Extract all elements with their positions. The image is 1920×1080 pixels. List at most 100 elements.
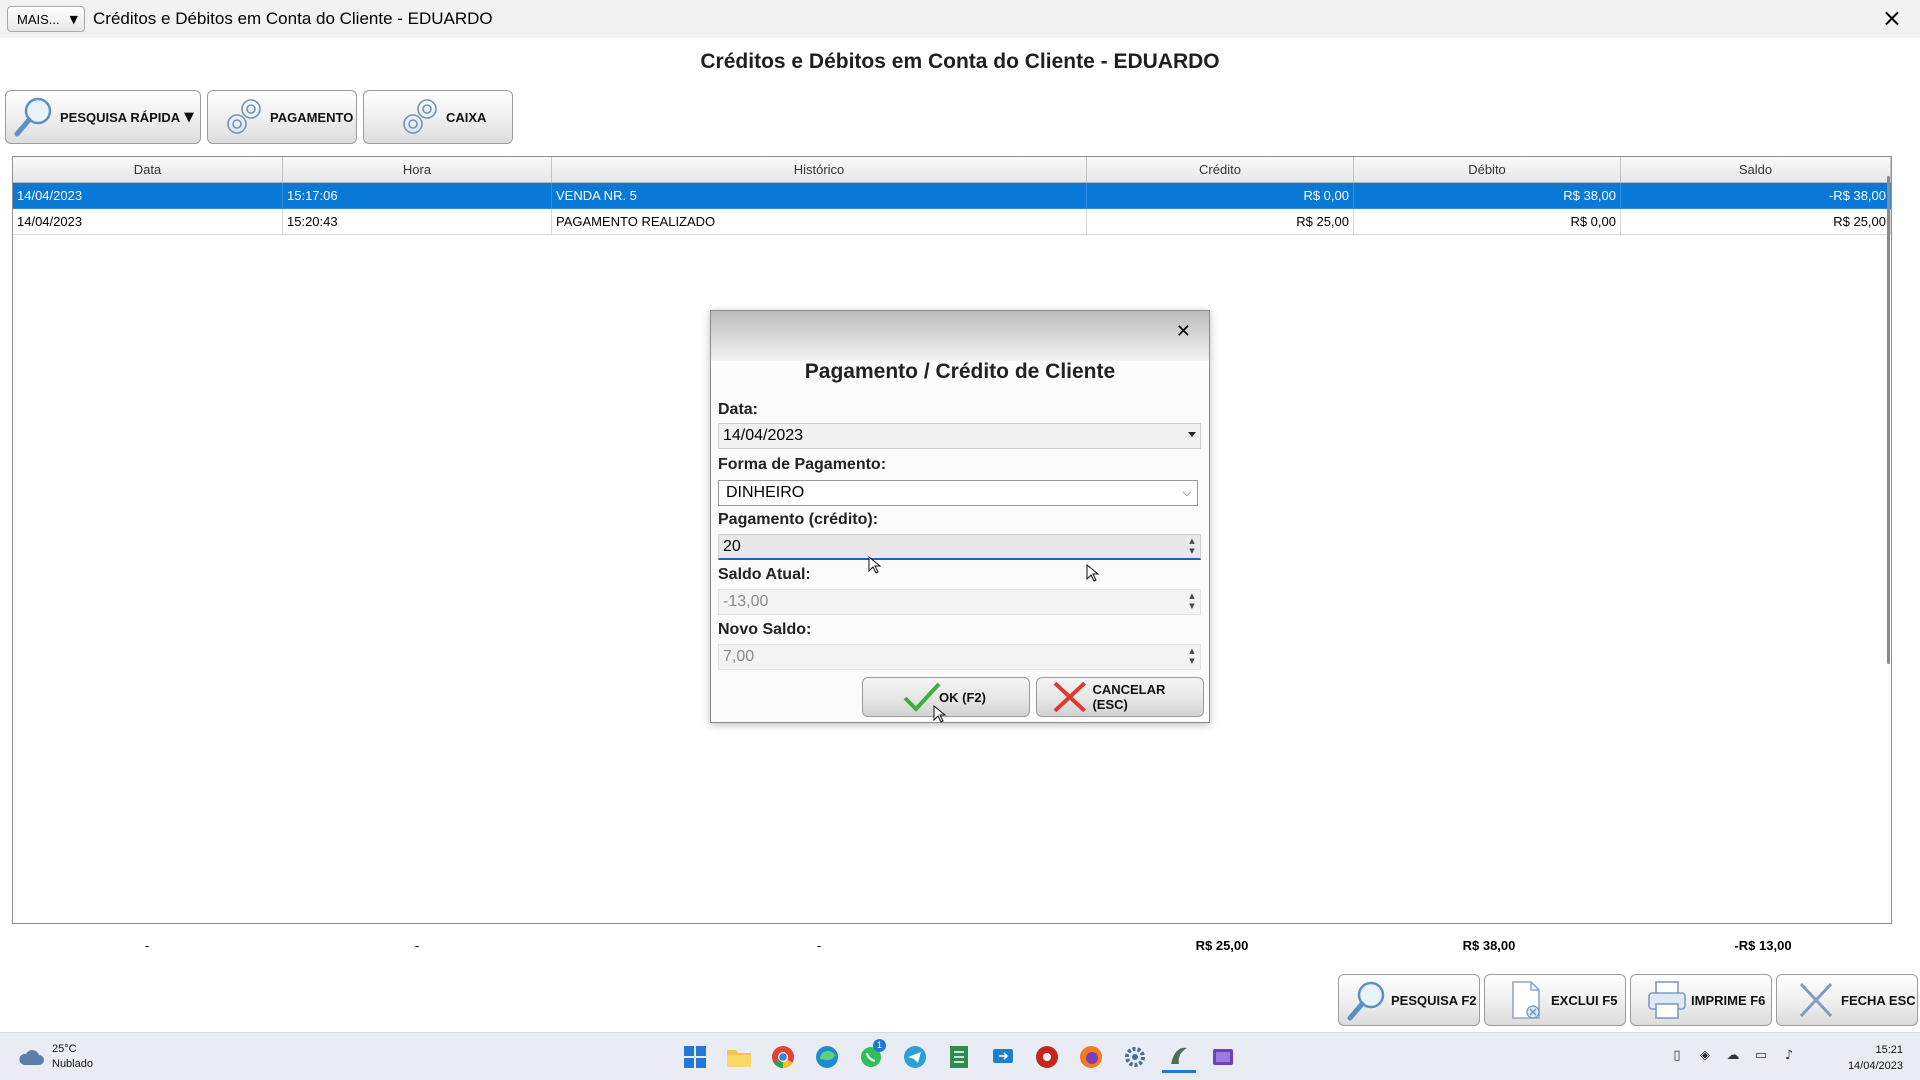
page-heading: Créditos e Débitos em Conta do Cliente -… — [700, 50, 1220, 73]
edge-icon[interactable] — [810, 1041, 844, 1073]
payment-dialog: ✕ Pagamento / Crédito de Cliente Data: 1… — [710, 310, 1210, 723]
volume-icon[interactable]: ♪ — [1778, 1048, 1800, 1064]
media-app-icon[interactable] — [1206, 1041, 1240, 1073]
defender-icon[interactable]: ◈ — [1694, 1048, 1716, 1064]
cell-hora: 15:17:06 — [283, 183, 552, 209]
novo-saldo-label: Novo Saldo: — [718, 621, 812, 638]
saldo-atual-label: Saldo Atual: — [718, 566, 811, 583]
whatsapp-icon[interactable]: 1 — [854, 1039, 888, 1073]
system-tray: ▯ ◈ ☁ ▭ ♪ — [1660, 1048, 1800, 1064]
quick-search-button[interactable]: PESQUISA RÁPIDA ▼ — [5, 90, 201, 144]
cancel-esc-button[interactable]: CANCELAR (ESC) — [1036, 677, 1204, 717]
pagamento-credito-value: 20 — [723, 537, 741, 555]
whatsapp-badge: 1 — [873, 1039, 886, 1052]
firefox-icon[interactable] — [1074, 1041, 1108, 1073]
cell-hora: 15:20:43 — [283, 209, 552, 235]
cell-debito: R$ 0,00 — [1354, 209, 1621, 235]
close-esc-button[interactable]: FECHA ESC — [1776, 974, 1918, 1026]
print-f6-button[interactable]: IMPRIME F6 — [1630, 974, 1772, 1026]
dialog-header — [711, 311, 1209, 361]
weather-condition: Nublado — [52, 1058, 93, 1070]
saldo-atual-value: -13,00 — [723, 593, 769, 610]
gears-icon — [403, 99, 437, 134]
cell-credito: R$ 25,00 — [1087, 209, 1354, 235]
quick-search-dropdown-icon[interactable]: ▼ — [184, 110, 194, 125]
forma-pagamento-select[interactable]: DINHEIRO ⌵ — [718, 480, 1198, 506]
telegram-icon[interactable] — [898, 1041, 932, 1073]
dropdown-arrow-icon: ▼ — [69, 12, 78, 26]
pagamento-credito-input[interactable]: 20 ▲ ▼ — [718, 534, 1201, 560]
printer-icon — [1648, 981, 1686, 1019]
cell-saldo: R$ 25,00 — [1621, 209, 1891, 235]
column-header-historico[interactable]: Histórico — [552, 157, 1087, 182]
payment-button[interactable]: PAGAMENTO — [207, 90, 357, 144]
cell-data: 14/04/2023 — [13, 209, 283, 235]
mouse-pointer-icon — [1086, 564, 1100, 582]
total-data: - — [144, 938, 150, 953]
pagamento-spinner-icon[interactable]: ▲ ▼ — [1187, 536, 1197, 556]
mouse-pointer-icon — [868, 556, 882, 574]
settings-gear-icon[interactable] — [1118, 1041, 1152, 1073]
total-credito: R$ 25,00 — [1195, 938, 1249, 953]
cell-historico: PAGAMENTO REALIZADO — [552, 209, 1087, 235]
table-row[interactable]: 14/04/2023 15:20:43 PAGAMENTO REALIZADO … — [13, 209, 1891, 235]
cancel-esc-label: CANCELAR (ESC) — [1092, 682, 1166, 712]
close-esc-label: FECHA ESC — [1841, 992, 1916, 1008]
window-close-icon[interactable]: × — [1882, 6, 1902, 30]
cloud-sync-icon[interactable]: ☁ — [1722, 1048, 1744, 1064]
delete-f5-button[interactable]: EXCLUI F5 — [1484, 974, 1626, 1026]
column-header-data[interactable]: Data — [13, 157, 283, 182]
title-bar: MAIS... ▼ Créditos e Débitos em Conta do… — [0, 0, 1920, 38]
date-dropdown-icon[interactable] — [1188, 432, 1196, 437]
payment-label: PAGAMENTO — [270, 109, 354, 125]
print-f6-label: IMPRIME F6 — [1691, 992, 1766, 1008]
weather-temperature: 25°C — [52, 1043, 77, 1055]
totals-row: - - - R$ 25,00 R$ 38,00 -R$ 13,00 — [12, 938, 1892, 958]
system-clock[interactable]: 15:21 14/04/2023 — [1848, 1042, 1903, 1074]
data-value: 14/04/2023 — [723, 427, 804, 444]
saldo-atual-spinner-icon: ▲ ▼ — [1189, 592, 1195, 610]
quick-search-label: PESQUISA RÁPIDA — [60, 109, 181, 125]
total-saldo: -R$ 13,00 — [1734, 938, 1792, 953]
network-icon[interactable]: ▭ — [1750, 1048, 1772, 1064]
app-red-icon[interactable] — [1030, 1041, 1064, 1073]
forma-pagamento-value: DINHEIRO — [726, 484, 805, 501]
novo-saldo-spinner-icon: ▲ ▼ — [1189, 647, 1195, 665]
pagamento-credito-label: Pagamento (crédito): — [718, 511, 879, 528]
cash-button[interactable]: CAIXA — [363, 90, 513, 144]
search-f2-label: PESQUISA F2 — [1391, 992, 1477, 1008]
weather-widget[interactable]: 25°C Nublado — [18, 1042, 93, 1072]
delete-f5-label: EXCLUI F5 — [1551, 992, 1618, 1008]
dialog-close-icon[interactable]: ✕ — [1176, 321, 1191, 342]
start-menu-icon[interactable] — [678, 1041, 712, 1073]
cell-historico: VENDA NR. 5 — [552, 183, 1087, 209]
chevron-down-icon[interactable]: ⌵ — [1183, 486, 1191, 500]
column-header-saldo[interactable]: Saldo — [1621, 157, 1891, 182]
chrome-icon[interactable] — [766, 1041, 800, 1073]
clock-date: 14/04/2023 — [1847, 1060, 1903, 1072]
usb-icon[interactable]: ▯ — [1666, 1048, 1688, 1064]
ok-f2-label: OK (F2) — [939, 689, 986, 705]
spreadsheet-icon[interactable] — [942, 1041, 976, 1073]
cell-saldo: -R$ 38,00 — [1621, 183, 1891, 209]
clock-time: 15:21 — [1875, 1044, 1903, 1056]
table-row[interactable]: 14/04/2023 15:17:06 VENDA NR. 5 R$ 0,00 … — [13, 183, 1891, 209]
file-explorer-icon[interactable] — [722, 1041, 756, 1073]
grid-vertical-scrollbar[interactable] — [1887, 176, 1890, 664]
cell-debito: R$ 38,00 — [1354, 183, 1621, 209]
magnifier-icon — [14, 97, 52, 137]
column-header-hora[interactable]: Hora — [283, 157, 552, 182]
data-label: Data: — [718, 401, 759, 418]
novo-saldo-field: 7,00 ▲ ▼ — [718, 644, 1201, 670]
data-date-picker[interactable]: 14/04/2023 — [718, 423, 1201, 449]
search-f2-button[interactable]: PESQUISA F2 — [1338, 974, 1480, 1026]
gears-icon — [227, 99, 261, 134]
column-header-debito[interactable]: Débito — [1354, 157, 1621, 182]
grid-header: Data Hora Histórico Crédito Débito Saldo — [13, 157, 1891, 183]
cell-credito: R$ 0,00 — [1087, 183, 1354, 209]
column-header-credito[interactable]: Crédito — [1087, 157, 1354, 182]
remote-desktop-icon[interactable] — [986, 1041, 1020, 1073]
active-app-icon[interactable] — [1162, 1041, 1196, 1073]
total-hora: - — [414, 938, 420, 953]
mais-menu-button[interactable]: MAIS... ▼ — [7, 6, 85, 32]
